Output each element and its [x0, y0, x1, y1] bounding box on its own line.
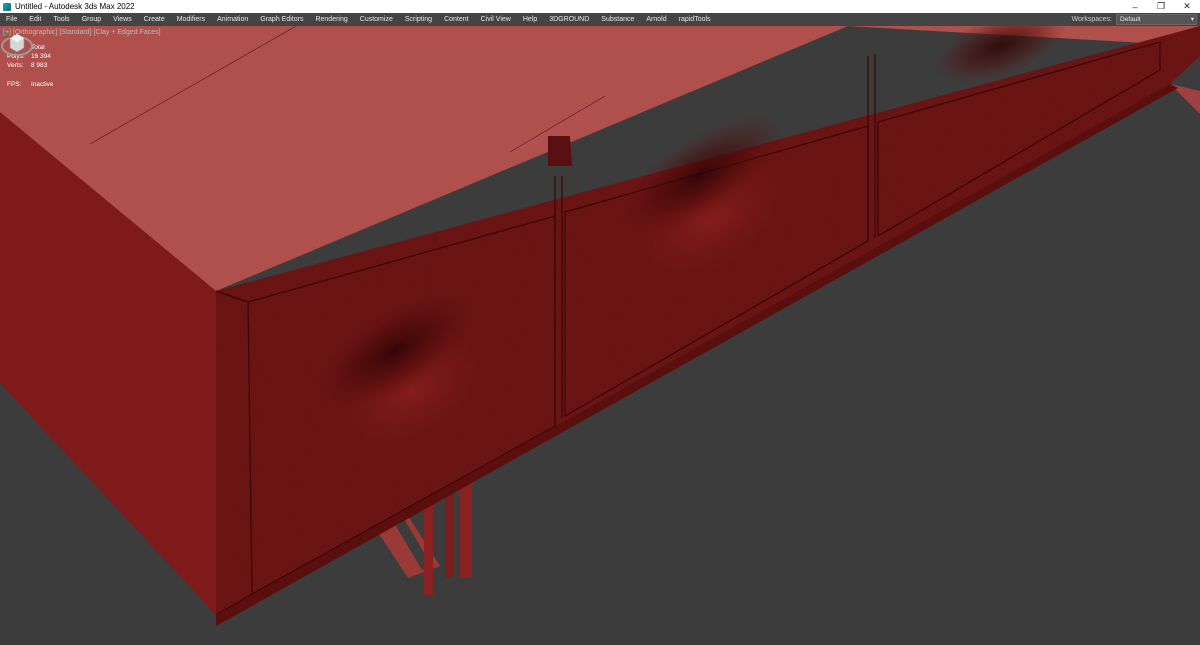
workspace-dropdown[interactable]: Default ▾: [1116, 14, 1197, 25]
app-icon: [3, 2, 11, 11]
fps-label: FPS:: [7, 80, 22, 88]
workspace-value: Default: [1120, 16, 1141, 23]
menu-animation[interactable]: Animation: [211, 13, 254, 26]
axis-tripod-icon: [2, 28, 12, 38]
workspaces-label: Workspaces:: [1071, 16, 1112, 23]
close-button[interactable]: ✕: [1174, 0, 1200, 13]
menu-graph-editors[interactable]: Graph Editors: [254, 13, 309, 26]
menu-group[interactable]: Group: [76, 13, 107, 26]
chevron-down-icon: ▾: [1190, 16, 1194, 23]
title-bar: Untitled - Autodesk 3ds Max 2022 – ❐ ✕: [0, 0, 1200, 13]
menu-edit[interactable]: Edit: [23, 13, 47, 26]
menu-content[interactable]: Content: [438, 13, 475, 26]
menu-civil-view[interactable]: Civil View: [475, 13, 517, 26]
fps-value: Inactive: [31, 80, 54, 88]
minimize-button[interactable]: –: [1122, 0, 1148, 13]
menu-views[interactable]: Views: [107, 13, 138, 26]
menu-scripting[interactable]: Scripting: [399, 13, 438, 26]
menu-file[interactable]: File: [0, 13, 23, 26]
menu-create[interactable]: Create: [138, 13, 171, 26]
verts-label: Verts:: [7, 62, 24, 70]
viewport-scene: [0, 26, 1200, 645]
restore-button[interactable]: ❐: [1148, 0, 1174, 13]
menu-modifiers[interactable]: Modifiers: [171, 13, 211, 26]
window-title: Untitled - Autodesk 3ds Max 2022: [15, 2, 135, 11]
menu-customize[interactable]: Customize: [354, 13, 399, 26]
menu-bar: File Edit Tools Group Views Create Modif…: [0, 13, 1200, 26]
menu-help[interactable]: Help: [517, 13, 543, 26]
menu-rendering[interactable]: Rendering: [309, 13, 353, 26]
menu-substance[interactable]: Substance: [595, 13, 640, 26]
viewport-perspective[interactable]: [+] [Orthographic] [Standard] [Clay + Ed…: [0, 26, 1200, 645]
verts-value: 8 983: [31, 62, 48, 70]
menu-arnold[interactable]: Arnold: [640, 13, 672, 26]
menu-rapidtools[interactable]: rapidTools: [673, 13, 717, 26]
menu-3dground[interactable]: 3DGROUND: [543, 13, 595, 26]
menu-tools[interactable]: Tools: [47, 13, 75, 26]
